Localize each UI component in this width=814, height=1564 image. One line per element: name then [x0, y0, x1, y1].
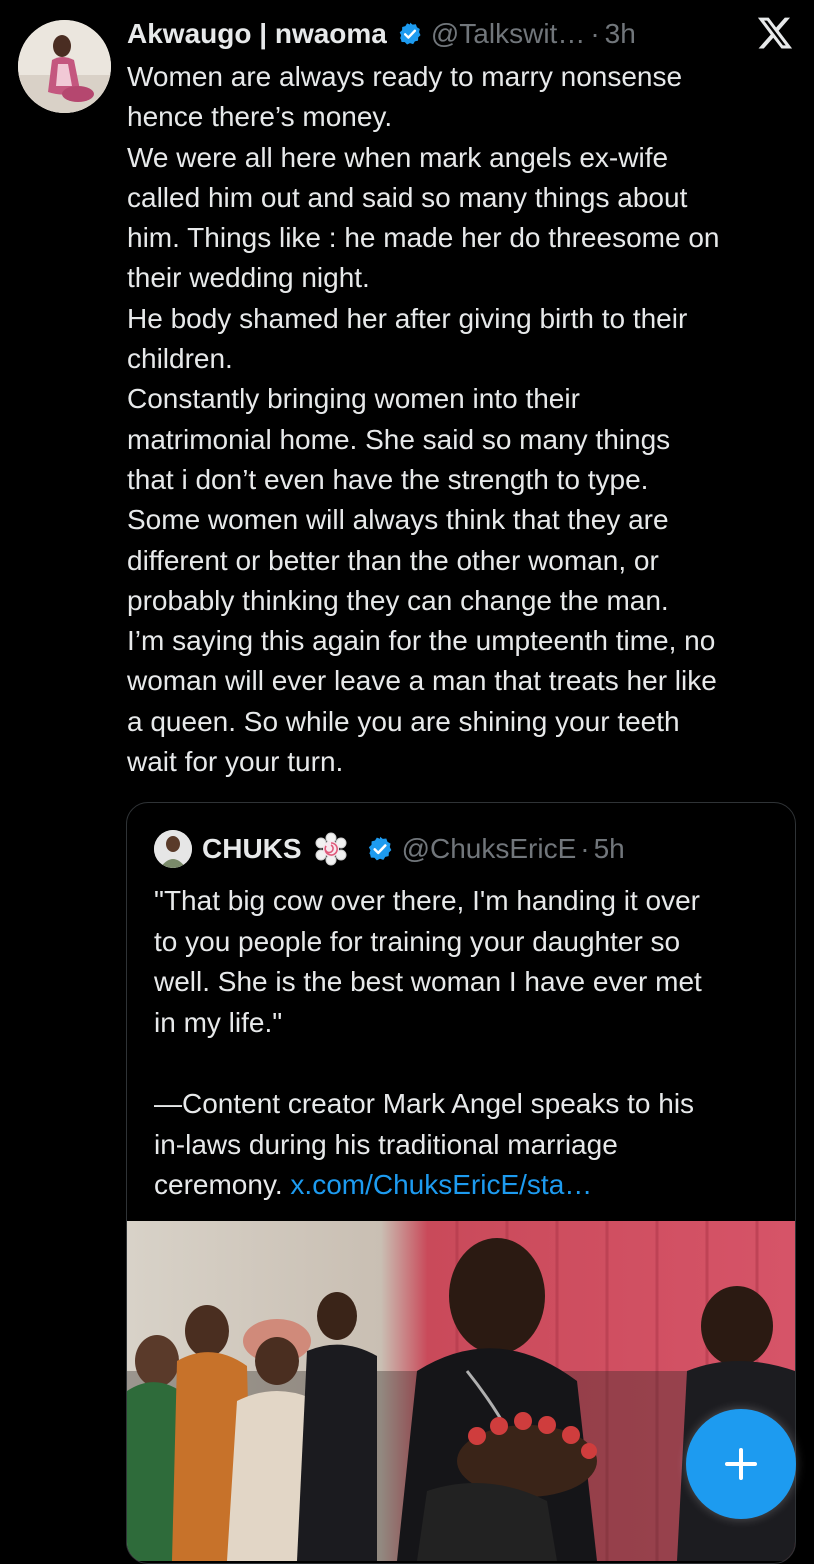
author-avatar[interactable] [18, 20, 111, 113]
quoted-post-body: "That big cow over there, I'm handing it… [154, 885, 702, 1201]
author-handle[interactable]: @Talkswit… [431, 18, 585, 50]
quoted-post-media[interactable] [127, 1221, 795, 1561]
quoted-header-separator: · [580, 833, 590, 864]
post-header: Akwaugo | nwaoma @Talkswit… · 3h [127, 14, 754, 54]
plus-icon [725, 1448, 757, 1480]
quoted-post-text: "That big cow over there, I'm handing it… [154, 881, 779, 1206]
verified-badge-icon [399, 22, 421, 45]
quoted-post-link[interactable]: x.com/ChuksEricE/sta… [290, 1169, 592, 1200]
post-timestamp[interactable]: 3h [605, 18, 636, 50]
quoted-timestamp[interactable]: 5h [594, 833, 625, 865]
quoted-author-name[interactable]: CHUKS [202, 833, 302, 865]
post-text: Women are always ready to marry nonsense… [127, 61, 720, 778]
header-separator: · [590, 18, 600, 49]
verified-badge-icon [368, 836, 391, 861]
flower-emoji-icon [315, 832, 347, 866]
author-name[interactable]: Akwaugo | nwaoma [127, 18, 387, 50]
x-logo-icon[interactable] [756, 14, 794, 52]
quoted-author-handle[interactable]: @ChuksEricE [402, 833, 577, 865]
quoted-author-avatar [154, 830, 192, 868]
quoted-post-header: CHUKS @ChuksEricE · 5h [154, 829, 625, 869]
compose-button[interactable] [686, 1409, 796, 1519]
